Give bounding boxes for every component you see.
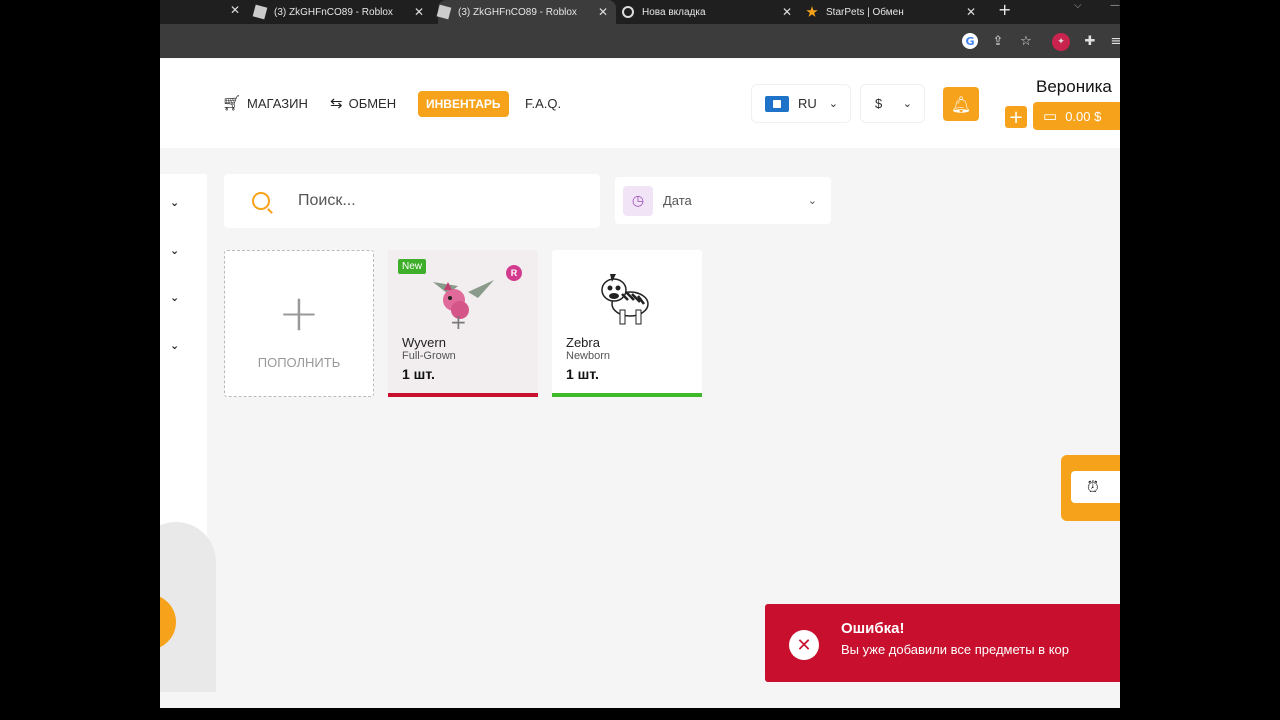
close-icon[interactable]: ✕	[782, 5, 792, 19]
puzzle-icon[interactable]: ✚	[1082, 33, 1098, 49]
bell-icon: 🔔︎	[950, 94, 972, 114]
rarity-badge: R	[506, 265, 522, 281]
chrome-icon	[622, 6, 634, 18]
inventory-item-zebra[interactable]: Zebra Newborn 1 шт.	[552, 250, 702, 397]
clock-icon: ◷	[623, 185, 653, 216]
inventory-item-wyvern[interactable]: New R + Wyvern Full-Grown 1 шт.	[388, 250, 538, 397]
nav-inventory[interactable]: ИНВЕНТАРЬ	[418, 91, 509, 117]
close-icon[interactable]: ✕	[230, 3, 240, 17]
tab-new[interactable]: Нова вкладка ✕	[622, 0, 800, 24]
close-icon[interactable]: ✕	[966, 5, 976, 19]
zebra-image	[601, 274, 649, 325]
nav-label: МАГАЗИН	[247, 95, 308, 111]
new-badge: New	[398, 259, 427, 274]
roblox-icon	[252, 4, 268, 20]
search-icon	[252, 192, 270, 210]
nav-shop[interactable]: 🛒︎ МАГАЗИН	[222, 89, 308, 117]
tab-label: StarPets | Обмен	[826, 6, 904, 18]
nav-label: ИНВЕНТАРЬ	[426, 97, 501, 111]
item-name: Zebra	[566, 335, 600, 350]
toast-title: Ошибка!	[841, 620, 905, 637]
browser-window: ✕ (3) ZkGHFnCO89 - Roblox ✕ (3) ZkGHFnCO…	[160, 0, 1120, 708]
share-icon[interactable]: ⇪	[990, 33, 1006, 49]
balance-button[interactable]: ▭ 0.00 $	[1033, 102, 1120, 130]
tab-roblox-2[interactable]: (3) ZkGHFnCO89 - Roblox ✕	[436, 0, 616, 24]
username[interactable]: Вероника	[1036, 77, 1112, 97]
add-card-label: ПОПОЛНИТЬ	[257, 355, 341, 370]
close-icon[interactable]: ✕	[414, 5, 424, 19]
rarity-bar	[388, 393, 538, 397]
starpets-icon	[806, 6, 818, 17]
chevron-down-icon[interactable]: ⌄	[170, 244, 179, 257]
tab-bar: ✕ (3) ZkGHFnCO89 - Roblox ✕ (3) ZkGHFnCO…	[160, 0, 1120, 24]
currency-value: $	[875, 96, 883, 111]
cart-icon: 🛒︎	[222, 95, 242, 112]
sort-value: Дата	[663, 193, 692, 208]
nav-exchange[interactable]: ⇆ ОБМЕН	[330, 89, 396, 117]
roblox-icon	[436, 4, 452, 20]
language-value: RU	[798, 96, 817, 111]
timer-display: ⏰︎	[1071, 471, 1120, 503]
site-header: 🛒︎ МАГАЗИН ⇆ ОБМЕН ИНВЕНТАРЬ F.A.Q. RU ⌄…	[160, 59, 1120, 148]
tab-roblox-1[interactable]: (3) ZkGHFnCO89 - Roblox ✕	[252, 0, 432, 24]
star-icon[interactable]: ☆	[1018, 33, 1034, 49]
error-icon: ✕	[789, 630, 819, 660]
item-quantity: 1 шт.	[566, 366, 599, 382]
nav-faq[interactable]: F.A.Q.	[525, 89, 561, 117]
item-quantity: 1 шт.	[402, 366, 435, 382]
close-icon[interactable]: ✕	[598, 5, 608, 19]
chevron-down-icon: ⌄	[807, 195, 817, 207]
menu-icon[interactable]: ≡	[1108, 33, 1120, 49]
nav-label: ОБМЕН	[348, 95, 397, 111]
error-toast: ✕ Ошибка! Вы уже добавили все предметы в…	[765, 604, 1120, 682]
page: 🛒︎ МАГАЗИН ⇆ ОБМЕН ИНВЕНТАРЬ F.A.Q. RU ⌄…	[160, 59, 1120, 708]
extension-icon[interactable]: ✦	[1052, 33, 1070, 51]
search-bar[interactable]	[224, 174, 600, 228]
minimize-icon[interactable]: —	[1110, 0, 1120, 11]
search-input[interactable]	[298, 192, 558, 210]
tab-search-icon[interactable]: ⌵	[1074, 0, 1082, 11]
item-name: Wyvern	[402, 335, 446, 350]
language-select[interactable]: RU ⌄	[751, 84, 851, 123]
tab-starpets[interactable]: StarPets | Обмен ✕	[806, 0, 984, 24]
currency-select[interactable]: $ ⌄	[860, 84, 925, 123]
chevron-down-icon[interactable]: ⌄	[170, 339, 179, 352]
chevron-down-icon[interactable]: ⌄	[170, 196, 179, 209]
google-icon[interactable]: G	[962, 33, 978, 49]
filter-sidebar: ⌄ ⌄ ⌄ ⌄	[160, 174, 216, 692]
swap-icon: ⇆	[330, 95, 343, 112]
add-items-card[interactable]: + ПОПОЛНИТЬ	[224, 250, 374, 397]
item-age: Newborn	[566, 350, 611, 362]
alarm-icon: ⏰︎	[1087, 478, 1099, 496]
flag-icon	[765, 95, 789, 112]
rarity-bar	[552, 393, 702, 397]
plus-icon[interactable]: +	[450, 310, 467, 334]
timer-widget[interactable]: ⏰︎	[1061, 455, 1120, 521]
chevron-down-icon: ⌄	[828, 98, 838, 110]
chevron-down-icon[interactable]: ⌄	[170, 291, 179, 304]
tab-label: (3) ZkGHFnCO89 - Roblox	[274, 6, 393, 18]
sort-select[interactable]: ◷ Дата ⌄	[615, 177, 831, 224]
item-age: Full-Grown	[402, 350, 456, 362]
nav-label: F.A.Q.	[525, 95, 562, 111]
wallet-icon: ▭	[1043, 108, 1058, 125]
plus-icon: +	[278, 284, 320, 342]
chevron-down-icon: ⌄	[902, 98, 912, 110]
new-tab-button[interactable]: +	[998, 0, 1011, 19]
add-balance-button[interactable]: +	[1005, 106, 1027, 128]
notifications-button[interactable]: 🔔︎	[943, 87, 979, 121]
tab-label: (3) ZkGHFnCO89 - Roblox	[458, 6, 577, 18]
browser-toolbar: G ⇪ ☆ ✦ ✚ ≡	[160, 24, 1120, 58]
tab-label: Нова вкладка	[642, 6, 706, 18]
toast-message: Вы уже добавили все предметы в кор	[841, 642, 1069, 657]
balance-value: 0.00 $	[1065, 108, 1102, 124]
